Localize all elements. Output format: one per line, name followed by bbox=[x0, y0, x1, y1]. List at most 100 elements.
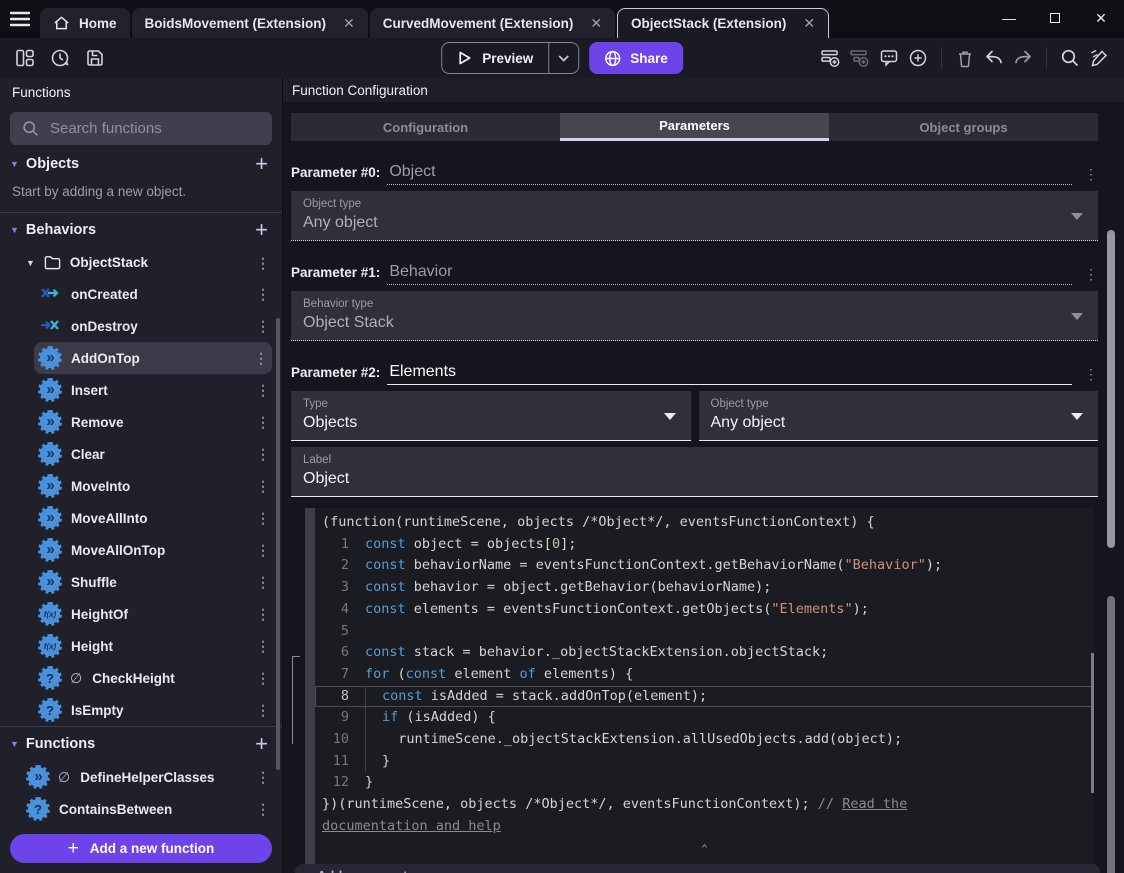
tab-label: ObjectStack (Extension) bbox=[631, 16, 787, 31]
function-item-addontop-selected[interactable]: » AddOnTop ⋮ bbox=[34, 342, 272, 374]
resize-caret-icon[interactable]: ⌃ bbox=[701, 838, 708, 860]
behavior-type-select[interactable]: Behavior type Object Stack bbox=[291, 291, 1098, 341]
sidebar-scrollbar[interactable] bbox=[276, 318, 280, 770]
kebab-menu-icon[interactable]: ⋮ bbox=[256, 770, 270, 784]
kebab-menu-icon[interactable]: ⋮ bbox=[256, 802, 270, 816]
section-functions[interactable]: ▼ Functions + bbox=[0, 727, 282, 761]
search-icon[interactable] bbox=[1057, 45, 1083, 71]
condition-gear-icon: ? bbox=[26, 797, 50, 821]
code-editor-scrollbar[interactable] bbox=[1091, 653, 1094, 793]
function-item-ondestroy[interactable]: onDestroy ⋮ bbox=[0, 310, 282, 342]
close-icon[interactable]: ✕ bbox=[803, 15, 815, 32]
pane-title: Function Configuration bbox=[283, 78, 1124, 102]
add-event-icon[interactable] bbox=[818, 45, 844, 71]
function-item-moveinto[interactable]: » MoveInto ⋮ bbox=[0, 470, 282, 502]
kebab-menu-icon[interactable]: ⋮ bbox=[254, 351, 268, 365]
kebab-menu-icon[interactable]: ⋮ bbox=[1084, 367, 1098, 385]
toolbar-divider bbox=[941, 47, 942, 69]
function-item-insert[interactable]: » Insert ⋮ bbox=[0, 374, 282, 406]
edit-pen-icon[interactable] bbox=[1086, 45, 1112, 71]
action-gear-icon: » bbox=[38, 442, 62, 466]
maximize-icon[interactable] bbox=[1032, 0, 1078, 36]
kebab-menu-icon[interactable]: ⋮ bbox=[256, 383, 270, 397]
tab-curvedmovement[interactable]: CurvedMovement (Extension) ✕ bbox=[369, 8, 616, 38]
add-object-icon[interactable]: + bbox=[255, 153, 268, 175]
add-new-function-button[interactable]: + Add a new function bbox=[10, 834, 272, 863]
kebab-menu-icon[interactable]: ⋮ bbox=[256, 575, 270, 589]
behavior-folder-objectstack[interactable]: ▼ ObjectStack ⋮ bbox=[0, 247, 282, 278]
function-item-clear[interactable]: » Clear ⋮ bbox=[0, 438, 282, 470]
tab-parameters[interactable]: Parameters bbox=[560, 113, 829, 141]
trash-icon[interactable] bbox=[952, 45, 978, 71]
kebab-menu-icon[interactable]: ⋮ bbox=[256, 479, 270, 493]
function-item-checkheight[interactable]: ? ∅ CheckHeight ⋮ bbox=[0, 662, 282, 694]
code-lines[interactable]: 1 const object = objects[0]; 2 const behavi… bbox=[315, 534, 1094, 794]
function-item-moveallinto[interactable]: » MoveAllInto ⋮ bbox=[0, 502, 282, 534]
close-icon[interactable]: ✕ bbox=[343, 15, 355, 32]
kebab-menu-icon[interactable]: ⋮ bbox=[1084, 267, 1098, 285]
function-item-remove[interactable]: » Remove ⋮ bbox=[0, 406, 282, 438]
function-item-shuffle[interactable]: » Shuffle ⋮ bbox=[0, 566, 282, 598]
function-item-isempty[interactable]: ? IsEmpty ⋮ bbox=[0, 694, 282, 726]
add-function-icon[interactable]: + bbox=[255, 733, 268, 755]
function-item-heightof[interactable]: f(x) HeightOf ⋮ bbox=[0, 598, 282, 630]
function-item-definehelperclasses[interactable]: » ∅ DefineHelperClasses ⋮ bbox=[0, 761, 282, 793]
parameter-name-input[interactable]: Elements bbox=[387, 363, 1072, 385]
kebab-menu-icon[interactable]: ⋮ bbox=[256, 639, 270, 653]
kebab-menu-icon[interactable]: ⋮ bbox=[256, 319, 270, 333]
kebab-menu-icon[interactable]: ⋮ bbox=[256, 415, 270, 429]
add-comment-icon[interactable] bbox=[876, 45, 902, 71]
add-behavior-icon[interactable]: + bbox=[255, 219, 268, 241]
chevron-down-icon: ▼ bbox=[10, 225, 19, 235]
save-icon[interactable] bbox=[82, 45, 108, 71]
minimize-icon[interactable]: — bbox=[986, 0, 1032, 36]
add-parameter-button-partial[interactable]: Add a parameter bbox=[295, 864, 1100, 873]
code-editor-gutter-strip bbox=[305, 508, 315, 864]
section-objects[interactable]: ▼ Objects + bbox=[0, 147, 282, 181]
share-button[interactable]: Share bbox=[589, 42, 683, 74]
parameter-name-input[interactable]: Object bbox=[387, 163, 1072, 185]
kebab-menu-icon[interactable]: ⋮ bbox=[256, 447, 270, 461]
tab-configuration[interactable]: Configuration bbox=[291, 113, 560, 141]
function-item-containsbetween[interactable]: ? ContainsBetween ⋮ bbox=[0, 793, 282, 825]
section-behaviors[interactable]: ▼ Behaviors + bbox=[0, 213, 282, 247]
function-item-height[interactable]: f(x) Height ⋮ bbox=[0, 630, 282, 662]
menu-icon[interactable] bbox=[0, 0, 40, 38]
tab-objectstack[interactable]: ObjectStack (Extension) ✕ bbox=[617, 8, 830, 38]
function-item-moveallontop[interactable]: » MoveAllOnTop ⋮ bbox=[0, 534, 282, 566]
add-subevent-icon[interactable] bbox=[847, 45, 873, 71]
kebab-menu-icon[interactable]: ⋮ bbox=[256, 607, 270, 621]
redo-icon[interactable] bbox=[1010, 45, 1036, 71]
type-select[interactable]: Type Objects bbox=[291, 391, 691, 441]
dropdown-arrow-icon bbox=[663, 413, 676, 420]
lower-pane-scrollbar[interactable] bbox=[1107, 596, 1115, 873]
history-icon[interactable] bbox=[47, 45, 73, 71]
function-item-oncreated[interactable]: onCreated ⋮ bbox=[0, 278, 282, 310]
panels-layout-icon[interactable] bbox=[12, 45, 38, 71]
functions-sidebar: Functions Search functions ▼ Objects + S… bbox=[0, 78, 283, 873]
search-functions-input[interactable]: Search functions bbox=[10, 112, 272, 145]
parameters-scrollbar[interactable] bbox=[1107, 230, 1115, 548]
label-field[interactable]: Label Object bbox=[291, 447, 1098, 497]
preview-options-chevron[interactable] bbox=[548, 43, 578, 73]
action-gear-icon: » bbox=[38, 410, 62, 434]
kebab-menu-icon[interactable]: ⋮ bbox=[256, 671, 270, 685]
tab-object-groups[interactable]: Object groups bbox=[829, 113, 1098, 141]
close-icon[interactable]: ✕ bbox=[590, 15, 602, 32]
code-editor[interactable]: (function(runtimeScene, objects /*Object… bbox=[292, 508, 1094, 864]
kebab-menu-icon[interactable]: ⋮ bbox=[256, 287, 270, 301]
kebab-menu-icon[interactable]: ⋮ bbox=[256, 703, 270, 717]
kebab-menu-icon[interactable]: ⋮ bbox=[256, 511, 270, 525]
close-window-icon[interactable]: ✕ bbox=[1078, 0, 1124, 36]
undo-icon[interactable] bbox=[981, 45, 1007, 71]
tab-home[interactable]: Home bbox=[40, 8, 130, 38]
object-type-select-2[interactable]: Object type Any object bbox=[698, 391, 1098, 441]
kebab-menu-icon[interactable]: ⋮ bbox=[256, 543, 270, 557]
parameter-name-input[interactable]: Behavior bbox=[387, 263, 1072, 285]
kebab-menu-icon[interactable]: ⋮ bbox=[1084, 167, 1098, 185]
add-circle-icon[interactable] bbox=[905, 45, 931, 71]
kebab-menu-icon[interactable]: ⋮ bbox=[256, 256, 270, 270]
object-type-select[interactable]: Object type Any object bbox=[291, 191, 1098, 241]
preview-button[interactable]: Preview bbox=[441, 42, 580, 74]
tab-boidsmovement[interactable]: BoidsMovement (Extension) ✕ bbox=[131, 8, 368, 38]
